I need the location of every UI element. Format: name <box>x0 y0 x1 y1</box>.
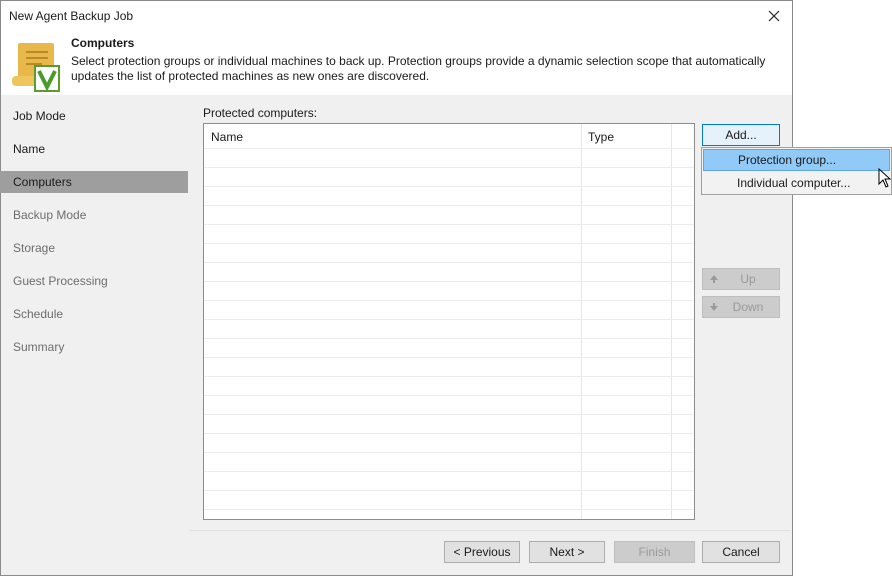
close-icon[interactable] <box>764 6 784 26</box>
down-label: Down <box>732 300 764 314</box>
step-title: Computers <box>71 36 135 50</box>
row-gridline <box>204 490 694 491</box>
cancel-button[interactable]: Cancel <box>702 541 780 563</box>
menu-item-protection-group[interactable]: Protection group... <box>703 149 890 171</box>
row-gridline <box>204 471 694 472</box>
row-gridline <box>204 452 694 453</box>
column-divider <box>581 124 582 519</box>
row-gridline <box>204 148 694 149</box>
row-gridline <box>204 205 694 206</box>
arrow-up-icon <box>710 275 718 283</box>
row-gridline <box>204 224 694 225</box>
sidebar-item-summary: Summary <box>13 340 65 354</box>
arrow-down-icon <box>710 303 718 311</box>
sidebar-item-guest-processing: Guest Processing <box>13 274 108 288</box>
add-button[interactable]: Add... <box>702 124 780 146</box>
row-gridline <box>204 319 694 320</box>
sidebar-item-backup-mode: Backup Mode <box>13 208 87 222</box>
up-label: Up <box>740 272 756 286</box>
down-button: Down <box>702 296 780 318</box>
next-button[interactable]: Next > <box>529 541 605 563</box>
row-gridline <box>204 509 694 510</box>
window-title: New Agent Backup Job <box>9 9 134 23</box>
row-gridline <box>204 262 694 263</box>
wizard-header: Computers Select protection groups or in… <box>1 31 792 95</box>
row-gridline <box>204 376 694 377</box>
add-menu: Protection group... Individual computer.… <box>701 147 892 195</box>
column-header-name[interactable]: Name <box>211 130 243 144</box>
sidebar-item-schedule: Schedule <box>13 307 64 321</box>
previous-button[interactable]: < Previous <box>444 541 520 563</box>
up-button: Up <box>702 268 780 290</box>
mouse-pointer-icon <box>878 168 892 188</box>
row-gridline <box>204 357 694 358</box>
row-gridline <box>204 433 694 434</box>
menu-item-individual-computer[interactable]: Individual computer... <box>703 172 890 194</box>
row-gridline <box>204 300 694 301</box>
protected-computers-list[interactable]: Name Type <box>203 123 695 520</box>
column-header-type[interactable]: Type <box>588 130 614 144</box>
row-gridline <box>204 338 694 339</box>
step-description: Select protection groups or individual m… <box>71 54 766 83</box>
column-divider <box>671 124 672 519</box>
sidebar-item-storage: Storage <box>13 241 56 255</box>
row-gridline <box>204 414 694 415</box>
protected-computers-label: Protected computers: <box>203 106 318 120</box>
sidebar-item-name[interactable]: Name <box>0 138 188 160</box>
finish-button: Finish <box>614 541 695 563</box>
scroll-v-icon <box>12 43 60 92</box>
row-gridline <box>204 186 694 187</box>
row-gridline <box>204 395 694 396</box>
row-gridline <box>204 167 694 168</box>
sidebar-item-computers[interactable]: Computers <box>0 171 188 193</box>
title-bar: New Agent Backup Job <box>1 1 792 31</box>
sidebar-item-job-mode[interactable]: Job Mode <box>0 105 188 127</box>
row-gridline <box>204 281 694 282</box>
row-gridline <box>204 243 694 244</box>
footer-separator <box>189 530 791 531</box>
